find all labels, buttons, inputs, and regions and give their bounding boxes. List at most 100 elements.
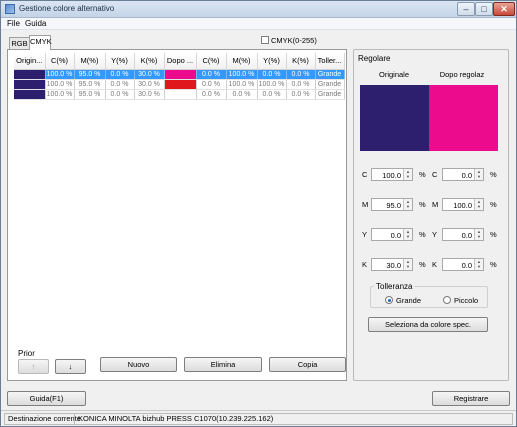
label-y: Y — [362, 230, 368, 239]
col-header-k2[interactable]: K(%) — [286, 53, 316, 70]
title-bar: Gestione colore alternativo – □ ✕ — [1, 1, 516, 18]
radio-piccolo[interactable]: Piccolo — [443, 296, 478, 305]
original-swatch — [14, 69, 44, 78]
prior-down-button[interactable]: ↓ — [55, 359, 86, 374]
nuovo-button[interactable]: Nuovo — [100, 357, 177, 372]
cell: 0.0 % — [257, 89, 287, 100]
stepper-arrows-icon[interactable]: ▲ ▼ — [474, 229, 483, 240]
minimize-button[interactable]: – — [457, 2, 475, 16]
regolare-title: Regolare — [358, 54, 391, 63]
stepper-arrows-icon[interactable]: ▲ ▼ — [474, 199, 483, 210]
stepper-arrows-icon[interactable]: ▲ ▼ — [403, 199, 412, 210]
cell: 95.0 % — [74, 89, 106, 100]
dopo-c-stepper[interactable]: 0.0 ▲ ▼ — [442, 168, 484, 181]
elimina-button[interactable]: Elimina — [184, 357, 262, 372]
stepper-arrows-icon[interactable]: ▲ ▼ — [403, 229, 412, 240]
radio-grande-label: Grande — [396, 296, 422, 305]
original-c-value: 100.0 — [382, 171, 401, 180]
prior-label: Prior — [18, 349, 35, 358]
dopo-y-value: 0.0 — [461, 231, 472, 240]
cell: 100.0 % — [226, 69, 258, 80]
original-swatch — [14, 79, 44, 88]
radio-unselected-icon[interactable] — [443, 296, 451, 304]
unit-label: % — [490, 260, 497, 269]
guida-button[interactable]: Guida(F1) — [7, 391, 86, 406]
col-header-dopo[interactable]: Dopo ... — [164, 53, 197, 70]
value-row-k: K 30.0 ▲ ▼ % K 0.0 ▲ ▼ % — [354, 258, 510, 272]
stepper-arrows-icon[interactable]: ▲ ▼ — [403, 259, 412, 270]
cell: Grande — [315, 79, 345, 90]
seleziona-colore-button[interactable]: Seleziona da colore spec. — [368, 317, 488, 332]
cell: 100.0 % — [45, 79, 75, 90]
unit-label: % — [490, 230, 497, 239]
cell: 0.0 % — [286, 69, 316, 80]
close-button[interactable]: ✕ — [493, 2, 515, 16]
original-k-stepper[interactable]: 30.0 ▲ ▼ — [371, 258, 413, 271]
radio-piccolo-label: Piccolo — [454, 296, 479, 305]
checkbox-box[interactable] — [261, 36, 269, 44]
label-c-dopo: C — [432, 170, 438, 179]
unit-label: % — [419, 260, 426, 269]
dopo-swatch — [164, 79, 195, 88]
radio-selected-icon[interactable] — [385, 296, 393, 304]
status-dest-label: Destinazione corrente — [4, 413, 81, 425]
original-y-stepper[interactable]: 0.0 ▲ ▼ — [371, 228, 413, 241]
dopo-m-stepper[interactable]: 100.0 ▲ ▼ — [442, 198, 484, 211]
value-row-y: Y 0.0 ▲ ▼ % Y 0.0 ▲ ▼ % — [354, 228, 510, 242]
table-row[interactable]: 100.0 % 95.0 % 0.0 % 30.0 % 0.0 % 100.0 … — [14, 79, 345, 90]
original-m-stepper[interactable]: 95.0 ▲ ▼ — [371, 198, 413, 211]
cmyk-range-checkbox[interactable]: CMYK(0-255) — [261, 36, 317, 45]
cell: 0.0 % — [226, 89, 258, 100]
stepper-arrows-icon[interactable]: ▲ ▼ — [474, 169, 483, 180]
dopo-regolaz-label: Dopo regolaz — [439, 70, 485, 79]
col-header-c2[interactable]: C(%) — [196, 53, 227, 70]
col-header-y[interactable]: Y(%) — [105, 53, 135, 70]
main-window: Gestione colore alternativo – □ ✕ File G… — [0, 0, 517, 427]
prior-up-button[interactable]: ↑ — [18, 359, 49, 374]
col-header-y2[interactable]: Y(%) — [257, 53, 287, 70]
originale-label: Originale — [378, 70, 409, 79]
stepper-arrows-icon[interactable]: ▲ ▼ — [474, 259, 483, 270]
col-header-m[interactable]: M(%) — [74, 53, 106, 70]
col-header-m2[interactable]: M(%) — [226, 53, 258, 70]
col-header-original[interactable]: Origin... — [14, 53, 46, 70]
cell: 30.0 % — [134, 69, 165, 80]
original-c-stepper[interactable]: 100.0 ▲ ▼ — [371, 168, 413, 181]
cell: 100.0 % — [226, 79, 258, 90]
menu-bar: File Guida — [1, 18, 516, 30]
col-header-c[interactable]: C(%) — [45, 53, 75, 70]
menu-file[interactable]: File — [7, 19, 20, 28]
table-row[interactable]: 100.0 % 95.0 % 0.0 % 30.0 % 0.0 % 0.0 % … — [14, 89, 345, 100]
dopo-swatch — [164, 69, 195, 78]
original-k-value: 30.0 — [386, 261, 401, 270]
cell: 0.0 % — [196, 69, 227, 80]
copia-button[interactable]: Copia — [269, 357, 346, 372]
cell: 30.0 % — [134, 89, 165, 100]
original-color-preview — [360, 85, 429, 151]
cell: 95.0 % — [74, 69, 106, 80]
menu-guida[interactable]: Guida — [25, 19, 46, 28]
stepper-arrows-icon[interactable]: ▲ ▼ — [403, 169, 412, 180]
dopo-k-stepper[interactable]: 0.0 ▲ ▼ — [442, 258, 484, 271]
cmyk-range-label: CMYK(0-255) — [271, 36, 317, 45]
table-row[interactable]: 100.0 % 95.0 % 0.0 % 30.0 % 0.0 % 100.0 … — [14, 69, 345, 80]
cell: 100.0 % — [45, 69, 75, 80]
color-table: Origin... C(%) M(%) Y(%) K(%) Dopo ... C… — [14, 53, 345, 100]
tab-cmyk[interactable]: CMYK — [29, 35, 52, 50]
label-m-dopo: M — [432, 200, 439, 209]
cell: 0.0 % — [286, 89, 316, 100]
col-header-tolleranza[interactable]: Toller... — [315, 53, 345, 70]
original-m-value: 95.0 — [386, 201, 401, 210]
cell: 0.0 % — [105, 69, 135, 80]
dopo-c-value: 0.0 — [461, 171, 472, 180]
col-header-k[interactable]: K(%) — [134, 53, 165, 70]
dopo-y-stepper[interactable]: 0.0 ▲ ▼ — [442, 228, 484, 241]
maximize-button[interactable]: □ — [475, 2, 493, 16]
radio-grande[interactable]: Grande — [385, 296, 421, 305]
cell: 30.0 % — [134, 79, 165, 90]
cell: 0.0 % — [196, 79, 227, 90]
label-k-dopo: K — [432, 260, 438, 269]
value-row-m: M 95.0 ▲ ▼ % M 100.0 ▲ ▼ % — [354, 198, 510, 212]
registrare-button[interactable]: Registrare — [432, 391, 510, 406]
unit-label: % — [490, 170, 497, 179]
